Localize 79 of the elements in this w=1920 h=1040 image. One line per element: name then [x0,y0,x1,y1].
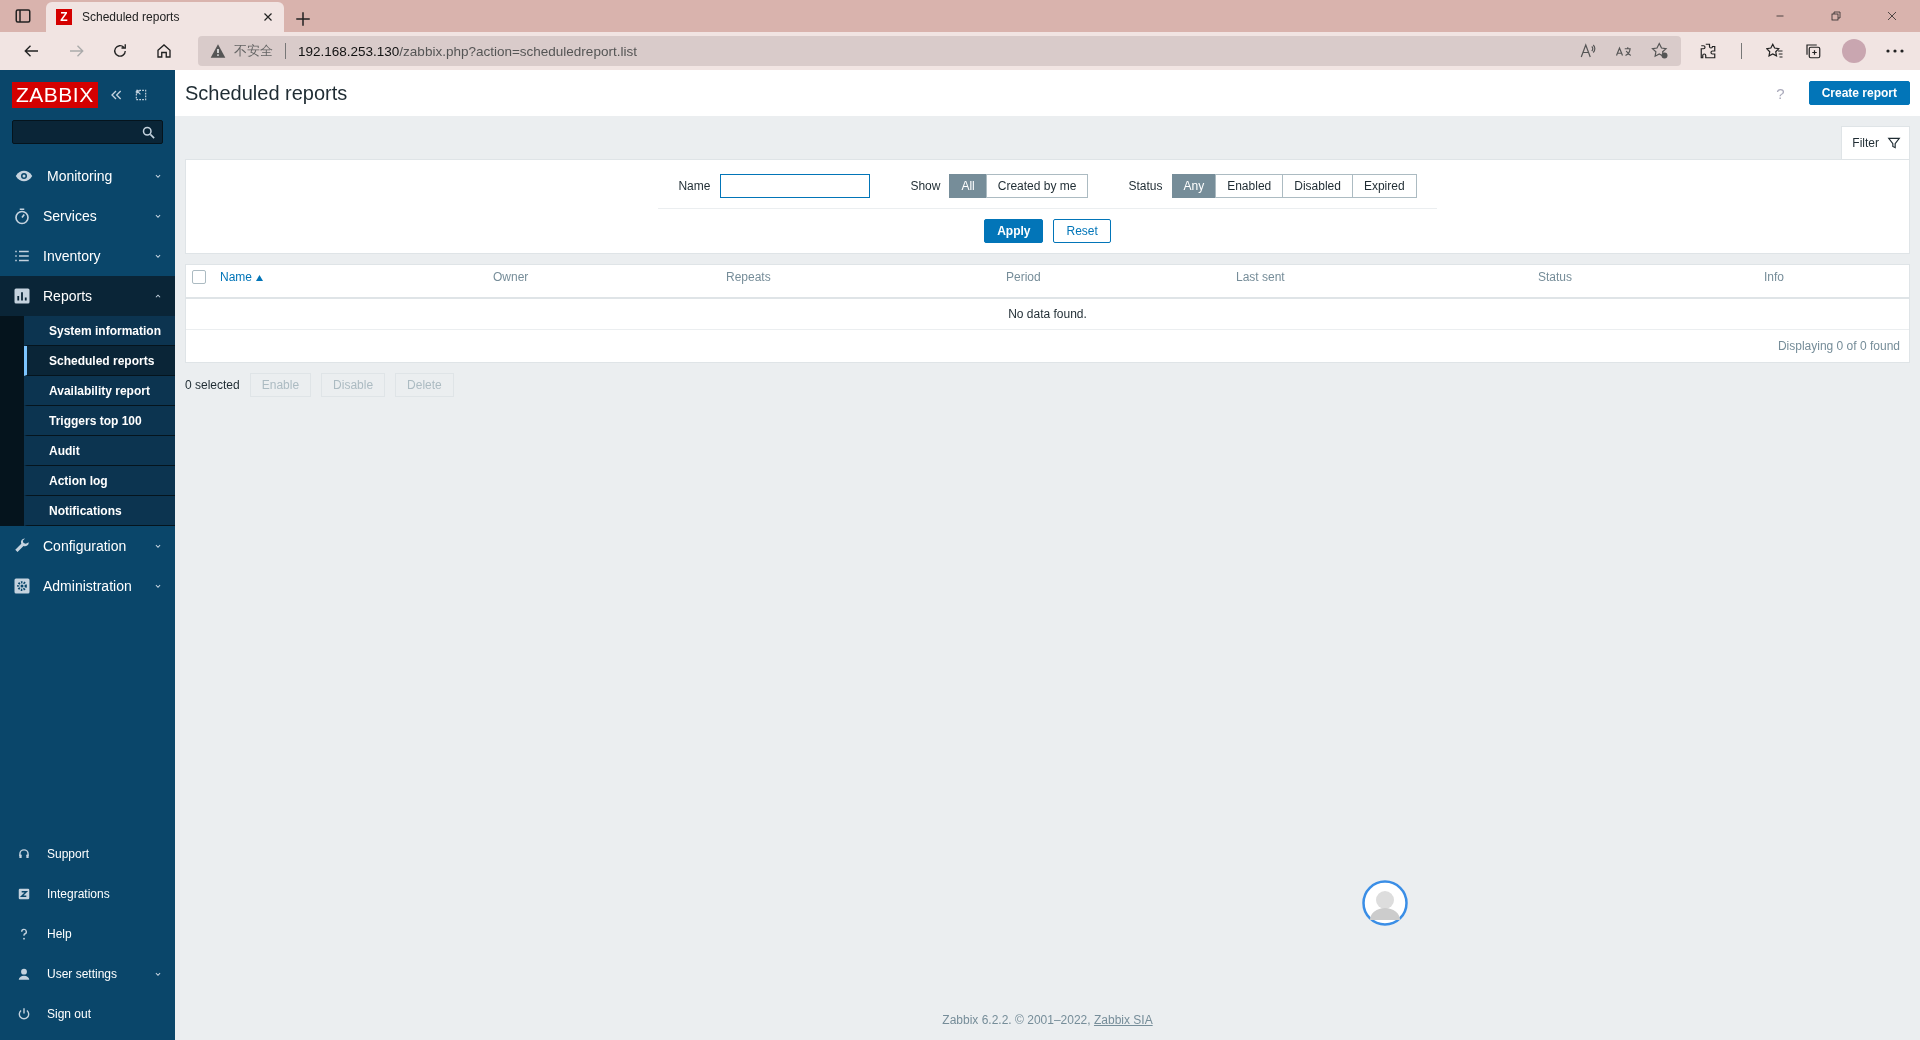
field-label: Name [678,179,711,193]
menu-item[interactable]: Services [0,196,175,236]
stopwatch-icon [13,207,31,225]
segment-option[interactable]: Enabled [1215,174,1284,198]
menu-item[interactable]: Reports [0,276,175,316]
search-icon [141,124,156,140]
plus-icon [294,10,312,28]
browser-tab[interactable]: Z Scheduled reports [46,2,284,32]
headset-icon [17,847,31,861]
select-all-checkbox[interactable] [192,269,206,284]
empty-message: No data found. [186,299,1909,330]
tab-favicon: Z [56,9,72,25]
submenu-item[interactable]: Scheduled reports [24,346,175,376]
segment-option[interactable]: Disabled [1282,174,1353,198]
star-plus-icon [1651,42,1669,60]
apply-button[interactable]: Apply [984,219,1044,243]
column-header[interactable]: Last sent [1236,269,1538,284]
segment-option[interactable]: Created by me [985,174,1089,198]
submenu-item[interactable]: Action log [24,466,175,496]
url-text: 192.168.253.130/zabbix.php?action=scheduledreport.list [298,43,637,59]
close-icon [262,11,274,23]
read-aloud-icon [1579,42,1597,60]
sort-ascending-icon [256,274,263,281]
column-header[interactable]: Repeats [726,269,1006,284]
menu-item[interactable]: Sign out [0,994,175,1034]
menu-item[interactable]: Support [0,834,175,874]
menu-item[interactable]: User settings [0,954,175,994]
submenu-item[interactable]: Notifications [24,496,175,526]
collections-icon [1804,42,1822,60]
create-report-button[interactable]: Create report [1808,81,1910,105]
column-header[interactable]: Period [1006,269,1236,284]
security-warning: 不安全 [234,42,273,60]
menu-item[interactable]: Administration [0,566,175,606]
home-icon [155,42,173,60]
field-label: Show [910,179,941,193]
submenu-item[interactable]: Audit [24,436,175,466]
submenu-item[interactable]: Triggers top 100 [24,406,175,436]
segment-option[interactable]: Expired [1351,174,1417,198]
wrench-icon [13,537,31,555]
copyright-text: Zabbix 6.2.2. © 2001–2022, Zabbix SIA [942,1013,1153,1027]
bar-chart-icon [13,287,31,305]
user-icon [17,967,31,981]
favorites-icon [1766,42,1784,60]
filter-tab[interactable]: Filter [1841,126,1910,159]
reset-button[interactable]: Reset [1053,219,1111,243]
selected-count: 0 selected [185,378,240,392]
menu-item[interactable]: Integrations [0,874,175,914]
column-header[interactable]: Info [1764,269,1909,284]
close-icon [1886,10,1898,22]
restore-icon [1830,10,1842,22]
zabbix-logo[interactable]: ZABBIX [12,82,98,108]
result-summary: Displaying 0 of 0 found [1776,338,1901,355]
address-bar[interactable]: 不安全 192.168.253.130/zabbix.php?action=scheduledreport.list [198,36,1681,66]
menu-item[interactable]: Inventory [0,236,175,276]
column-header[interactable]: Status [1538,269,1764,284]
column-header[interactable]: Name [220,269,493,284]
submenu-item[interactable]: Availability report [24,376,175,406]
kiosk-icon [133,88,148,102]
menu-item[interactable]: Monitoring [0,156,175,196]
page-title: Scheduled reports [185,81,349,105]
gear-icon [13,577,31,595]
avatar-icon[interactable] [1362,880,1408,926]
more-icon [1886,49,1904,53]
field-label: Status [1128,179,1163,193]
menu-item[interactable]: Help [0,914,175,954]
menu-item[interactable]: Configuration [0,526,175,566]
warning-icon [210,43,226,59]
submenu-item[interactable]: System information [24,316,175,346]
funnel-icon [1887,136,1901,150]
reload-icon [111,42,129,60]
integrations-icon [17,887,31,901]
profile-avatar[interactable] [1842,39,1866,63]
power-icon [17,1007,31,1021]
puzzle-icon [1699,42,1717,60]
tabs-icon [14,7,32,25]
name-input-field[interactable] [720,174,871,198]
search-field[interactable] [12,120,163,144]
column-header[interactable]: Owner [493,269,726,284]
tab-title: Scheduled reports [82,10,181,24]
